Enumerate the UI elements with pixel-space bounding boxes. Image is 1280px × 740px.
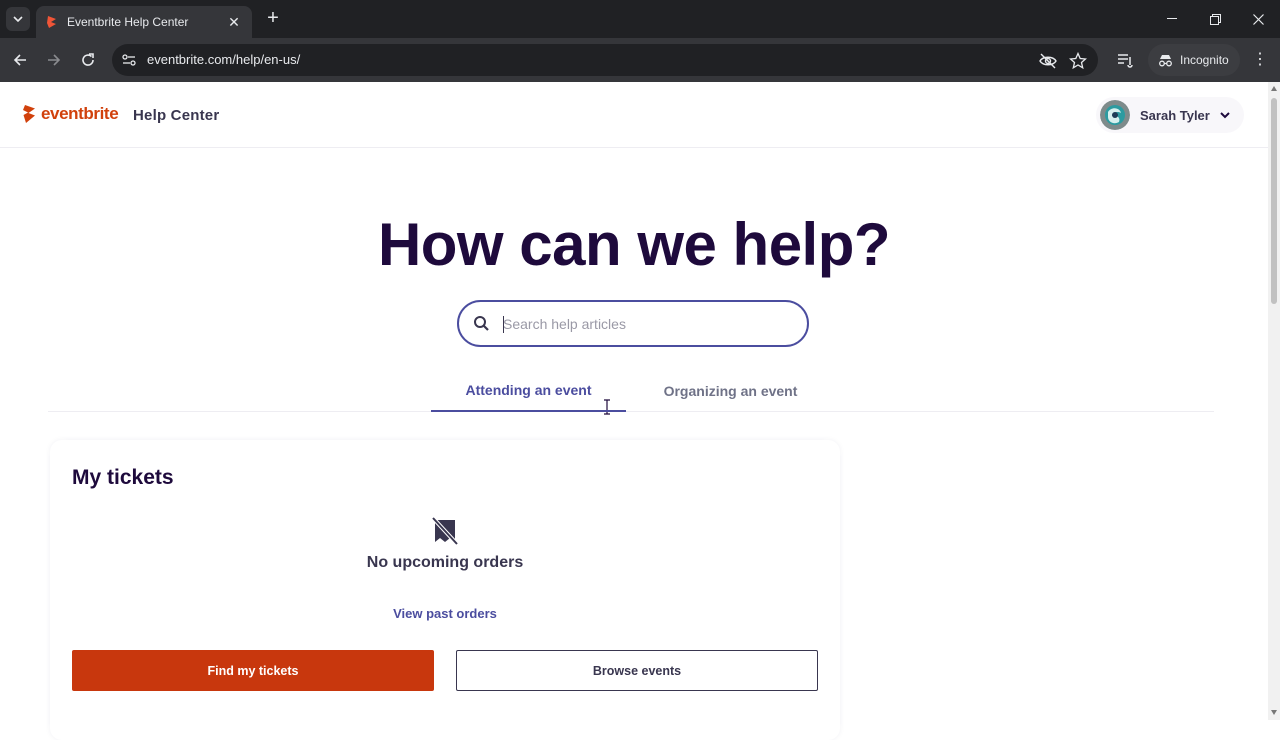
page-title: How can we help? [377,211,891,278]
chevron-down-icon [13,16,23,22]
address-bar[interactable]: eventbrite.com/help/en-us/ [112,44,1098,76]
browser-tab[interactable]: Eventbrite Help Center ✕ [36,6,252,38]
chevron-down-icon [1214,111,1236,119]
audience-tabs: Attending an event Organizing an event [48,370,1214,412]
site-settings-icon[interactable] [121,52,137,68]
card-title: My tickets [72,466,174,489]
arrow-left-icon [13,54,26,66]
forward-button[interactable] [42,48,66,72]
help-search-box[interactable] [457,300,809,347]
arrow-right-icon [48,54,61,66]
incognito-indicator[interactable]: Incognito [1148,44,1240,76]
star-icon[interactable] [1069,52,1087,70]
restore-button[interactable] [1204,8,1226,30]
reload-icon [82,53,94,66]
restore-icon [1209,13,1221,25]
eventbrite-favicon-icon [47,16,56,28]
eye-off-icon[interactable] [1039,52,1057,70]
view-past-orders-link[interactable]: View past orders [50,606,840,621]
find-my-tickets-button[interactable]: Find my tickets [72,650,434,691]
help-center-page: eventbrite Help Center Sarah Tyler How c… [0,82,1268,740]
eventbrite-logo[interactable]: eventbrite [22,104,119,124]
browser-toolbar: eventbrite.com/help/en-us/ Incognito ⋮ [0,38,1280,82]
url-text: eventbrite.com/help/en-us/ [147,52,301,67]
tab-search-button[interactable] [6,7,30,31]
tab-title: Eventbrite Help Center [67,15,189,29]
back-button[interactable] [8,48,32,72]
media-controls-icon[interactable] [1116,51,1134,69]
empty-state-message: No upcoming orders [366,554,524,571]
section-title[interactable]: Help Center [133,107,219,124]
search-input[interactable] [503,312,783,336]
close-window-button[interactable] [1247,8,1269,30]
user-name: Sarah Tyler [1140,107,1210,123]
browser-tab-bar: Eventbrite Help Center ✕ + [0,0,1280,38]
no-tickets-icon [431,516,459,546]
logo-wordmark: eventbrite [41,104,119,123]
browser-menu-button[interactable]: ⋮ [1250,50,1270,70]
new-tab-button[interactable]: + [262,8,284,30]
scroll-down-arrow-icon[interactable] [1271,710,1277,715]
eventbrite-logo-icon [23,105,35,123]
avatar [1100,100,1130,130]
incognito-icon [1159,54,1172,66]
minimize-icon [1167,18,1177,19]
incognito-label: Incognito [1180,53,1229,67]
text-caret [503,316,504,333]
user-menu-button[interactable]: Sarah Tyler [1096,97,1244,133]
scroll-up-arrow-icon[interactable] [1271,86,1277,91]
minimize-button[interactable] [1161,8,1183,30]
tab-attending[interactable]: Attending an event [431,370,626,412]
scrollbar-thumb[interactable] [1271,98,1277,304]
browse-events-button[interactable]: Browse events [456,650,818,691]
site-header: eventbrite Help Center Sarah Tyler [0,82,1268,148]
reload-button[interactable] [76,48,100,72]
search-icon [474,316,489,331]
close-icon [1252,13,1264,25]
tab-organizing[interactable]: Organizing an event [638,370,823,412]
my-tickets-card: My tickets No upcoming orders View past … [50,440,840,740]
tab-close-icon[interactable]: ✕ [226,14,242,31]
page-scrollbar[interactable] [1268,82,1280,720]
